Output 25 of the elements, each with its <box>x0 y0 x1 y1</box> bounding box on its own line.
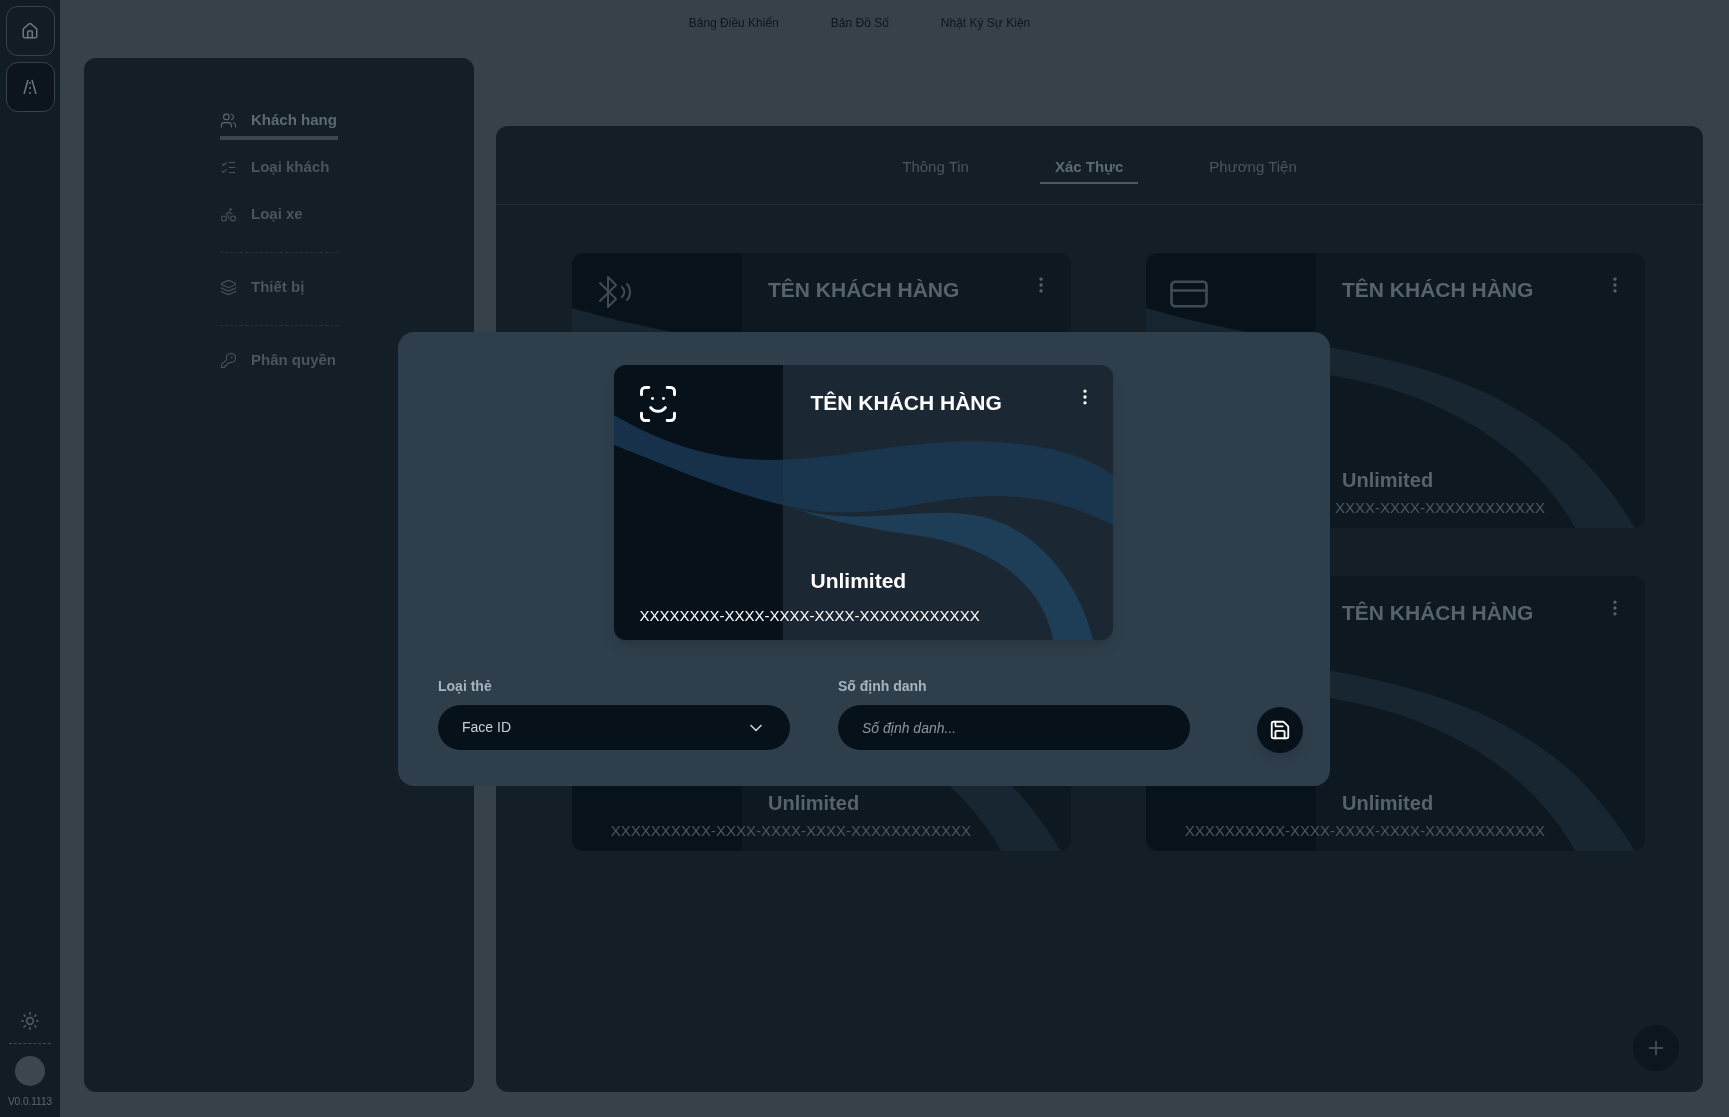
card-type-select[interactable]: Face ID <box>438 705 790 750</box>
plan-label: Unlimited <box>1342 468 1434 493</box>
card-id: XXXXXXXX-XXXX-XXXX-XXXX-XXXXXXXXXXXX <box>639 606 980 626</box>
sidebar-item[interactable]: Thiết bị <box>220 271 338 307</box>
customer-name: TÊN KHÁCH HÀNG <box>810 390 1002 416</box>
field-label: Loại thẻ <box>438 677 493 696</box>
sidebar-item[interactable]: Khách hang <box>220 104 338 140</box>
version-label: V0.0.1113 <box>7 1095 53 1109</box>
card-id: XXXX-XXXX-XXXXXXXXXXXX <box>1334 498 1545 518</box>
identifier-field[interactable]: Số định danh... <box>838 705 1190 750</box>
customer-name: TÊN KHÁCH HÀNG <box>1342 277 1534 303</box>
sidebar-item[interactable]: Loại xe <box>220 198 338 234</box>
card-id: XXXXXXXXXX-XXXX-XXXX-XXXX-XXXXXXXXXXXX <box>1184 821 1545 841</box>
tab[interactable]: Phương Tiện <box>1194 155 1312 184</box>
field-label: Số định danh <box>838 677 928 696</box>
customer-name: TÊN KHÁCH HÀNG <box>768 277 960 303</box>
plan-label: Unlimited <box>810 568 907 594</box>
sidebar-item[interactable]: Loại khách <box>220 151 338 187</box>
card-id: XXXXXXXXXX-XXXX-XXXX-XXXX-XXXXXXXXXXXX <box>610 821 971 841</box>
plan-label: Unlimited <box>768 791 860 816</box>
tab[interactable]: Thông Tin <box>887 155 984 184</box>
customer-name: TÊN KHÁCH HÀNG <box>1342 600 1534 626</box>
plan-label: Unlimited <box>1342 791 1434 816</box>
tab[interactable]: Xác Thực <box>1039 155 1139 184</box>
sidebar-item[interactable]: Phân quyền <box>220 344 338 380</box>
